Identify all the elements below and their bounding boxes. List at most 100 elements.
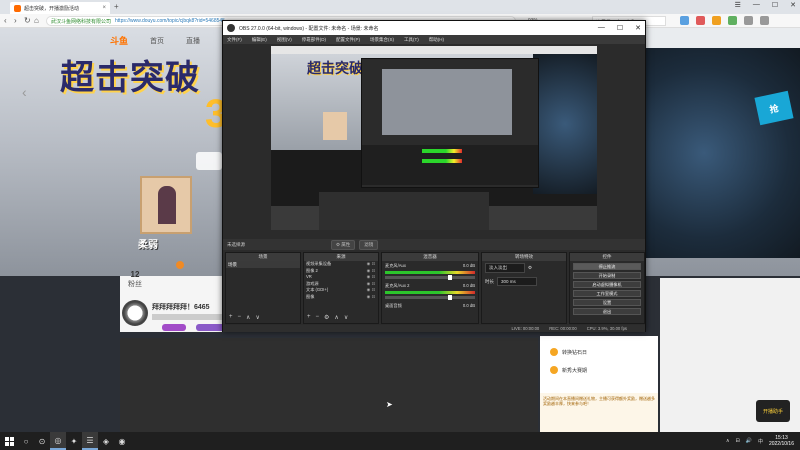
menu-tools[interactable]: 工具(T) — [404, 37, 419, 43]
menu-profile[interactable]: 配置文件(P) — [336, 37, 360, 43]
home-button[interactable]: ⌂ — [34, 16, 39, 25]
move-down-icon[interactable]: ∨ — [344, 314, 348, 321]
menu-file[interactable]: 文件(F) — [227, 37, 242, 43]
network-icon[interactable]: ⊟ — [736, 438, 740, 444]
dock-title: 转场特效 — [482, 253, 566, 261]
menu-help[interactable]: 帮助(H) — [429, 37, 444, 43]
menu-docks[interactable]: 停靠部件(D) — [302, 37, 326, 43]
new-tab-button[interactable]: + — [114, 2, 119, 11]
gear-icon[interactable]: ⚙ — [528, 265, 532, 271]
move-up-icon[interactable]: ∧ — [334, 314, 338, 321]
carousel-indicator[interactable] — [196, 152, 222, 170]
extension-icon[interactable] — [744, 16, 753, 25]
stop-streaming-button[interactable]: 停止推流 — [573, 263, 641, 270]
character-card[interactable] — [140, 176, 192, 234]
audio-meter — [385, 271, 475, 274]
close-button[interactable]: ✕ — [790, 1, 796, 9]
start-button[interactable] — [0, 432, 18, 450]
volume-slider[interactable] — [385, 295, 475, 300]
taskbar-app[interactable]: ◉ — [114, 432, 130, 450]
carousel-prev-icon[interactable]: ‹ — [22, 84, 27, 100]
transition-select[interactable]: 淡入淡出 — [485, 263, 525, 273]
selected-source-label: 未选择源 — [227, 241, 245, 247]
side-item-label: 转换钻石日 — [562, 349, 588, 356]
mixer-channel-name: 桌面音频 — [385, 303, 402, 308]
extension-icon[interactable] — [696, 16, 705, 25]
reload-button[interactable]: ↻ — [24, 16, 31, 25]
nav-live[interactable]: 直播 — [186, 36, 200, 46]
room-tag[interactable] — [162, 324, 186, 331]
menu-icon[interactable]: ☰ — [735, 1, 741, 9]
character-card-label: 柔弱 — [138, 240, 158, 251]
extension-icon[interactable] — [728, 16, 737, 25]
browser-tab[interactable]: 超击突破，开播激励活动 × — [10, 2, 110, 14]
obs-close-button[interactable]: ✕ — [635, 24, 641, 32]
tray-expand-icon[interactable]: ∧ — [726, 438, 730, 444]
settings-button[interactable]: 设置 — [573, 299, 641, 306]
virtual-camera-button[interactable]: 启动虚拟摄像机 — [573, 281, 641, 288]
add-icon[interactable]: + — [307, 314, 311, 321]
dock-title: 场景 — [226, 253, 300, 261]
exit-button[interactable]: 退出 — [573, 308, 641, 315]
remove-icon[interactable]: − — [238, 314, 242, 321]
studio-mode-button[interactable]: 工作室模式 — [573, 290, 641, 297]
duration-input[interactable]: 300 ms — [497, 277, 537, 286]
obs-maximize-button[interactable]: ☐ — [617, 24, 623, 32]
start-recording-button[interactable]: 开始录制 — [573, 272, 641, 279]
visibility-lock-icon[interactable]: ◉ ⊡ — [367, 294, 375, 301]
menu-scene-collection[interactable]: 场景集合(S) — [370, 37, 394, 43]
obs-minimize-button[interactable]: — — [598, 24, 605, 32]
clock[interactable]: 15:13 2022/10/16 — [769, 435, 794, 447]
forward-button[interactable]: › — [14, 16, 17, 25]
taskbar: ○ ⊙ ◎ ✦ ☰ ◈ ◉ ∧ ⊟ 🔊 中 15:13 2022/10/16 — [0, 432, 800, 450]
douyu-logo[interactable]: 斗鱼 — [110, 34, 128, 47]
coin-icon — [550, 366, 558, 374]
extension-icon[interactable] — [760, 16, 769, 25]
floating-logo[interactable]: 开播助手 — [756, 400, 790, 422]
scene-item[interactable]: 场景 — [226, 261, 300, 268]
volume-icon[interactable]: 🔊 — [746, 438, 752, 444]
mixer-channel: 麦克风/Aux 0.0 dB — [382, 261, 478, 281]
tab-close-button[interactable]: × — [102, 5, 106, 11]
obs-window-controls: — ☐ ✕ — [598, 24, 641, 32]
taskbar-app[interactable]: ◎ — [50, 432, 66, 450]
extension-icon[interactable] — [680, 16, 689, 25]
obs-preview[interactable]: 超击突破 — [271, 46, 597, 230]
remove-icon[interactable]: − — [316, 314, 320, 321]
volume-slider[interactable] — [385, 275, 475, 280]
nav-home[interactable]: 首页 — [150, 36, 164, 46]
source-toolbar: 未选择源 ⚙ 属性 滤镜 — [223, 239, 645, 250]
site-nav: 斗鱼 首页 直播 分类 — [110, 34, 236, 47]
add-icon[interactable]: + — [229, 314, 233, 321]
fans-label: 粉丝 — [128, 281, 142, 288]
maximize-button[interactable]: ☐ — [772, 1, 778, 9]
taskbar-app[interactable]: ⊙ — [34, 432, 50, 450]
taskbar-app[interactable]: ◈ — [98, 432, 114, 450]
clock-date: 2022/10/16 — [768, 441, 794, 447]
extension-icon[interactable] — [712, 16, 721, 25]
move-up-icon[interactable]: ∧ — [246, 314, 250, 321]
menu-edit[interactable]: 编辑(E) — [252, 37, 267, 43]
back-button[interactable]: ‹ — [4, 16, 7, 25]
room-owner-placeholder — [152, 314, 222, 320]
obs-title-text: OBS 27.0.0 (64-bit, windows) - 配置文件: 未命名… — [239, 25, 379, 32]
gift-icon[interactable] — [176, 261, 184, 269]
side-item[interactable]: 转换钻石日 — [550, 348, 587, 356]
minimize-button[interactable]: — — [753, 1, 760, 9]
search-icon[interactable]: ○ — [18, 432, 34, 450]
preview-headline: 超击突破 — [307, 60, 363, 76]
menu-view[interactable]: 视图(V) — [277, 37, 292, 43]
tab-bar: 超击突破，开播激励活动 × + ☰ — ☐ ✕ — [0, 0, 800, 14]
gear-icon[interactable]: ⚙ — [324, 314, 329, 321]
filters-button[interactable]: 滤镜 — [359, 239, 379, 250]
tab-title: 超击突破，开播激励活动 — [24, 5, 80, 12]
properties-button[interactable]: ⚙ 属性 — [331, 239, 356, 250]
source-item[interactable]: 图像 ◉ ⊡ — [304, 294, 378, 301]
move-down-icon[interactable]: ∨ — [255, 314, 259, 321]
side-item[interactable]: 新秀大赛期 — [550, 366, 587, 374]
taskbar-app[interactable]: ☰ — [82, 432, 98, 450]
input-method-icon[interactable]: 中 — [758, 438, 763, 445]
avatar[interactable] — [122, 300, 148, 326]
taskbar-app[interactable]: ✦ — [66, 432, 82, 450]
video-player[interactable] — [120, 338, 538, 432]
